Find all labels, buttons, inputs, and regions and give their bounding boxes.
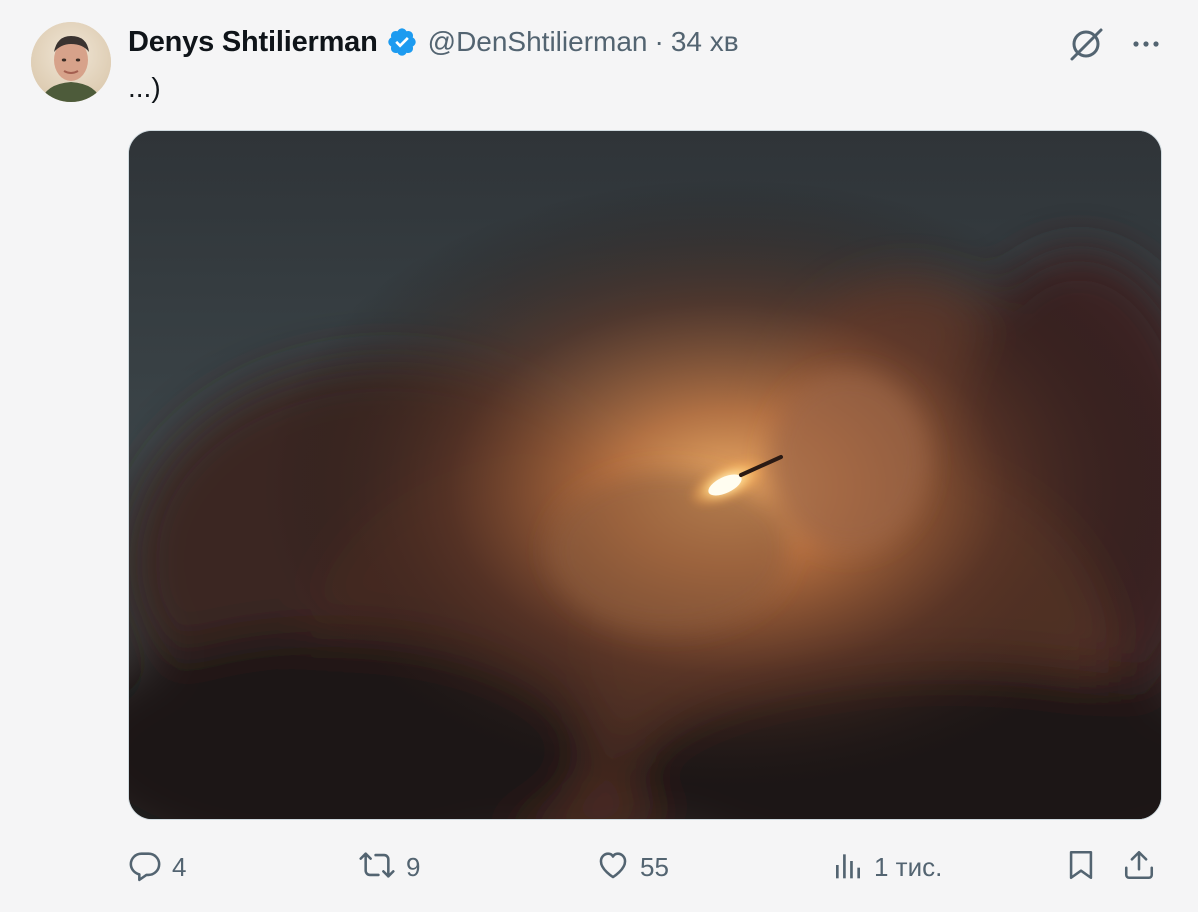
- share-icon: [1122, 848, 1156, 887]
- like-button[interactable]: 55: [596, 844, 669, 890]
- reply-icon: [128, 848, 162, 887]
- tweet-actions: 4 9 55 1 тис.: [128, 844, 1162, 890]
- heart-icon: [596, 848, 630, 887]
- author-display-name[interactable]: Denys Shtilierman: [128, 26, 378, 59]
- reply-button[interactable]: 4: [128, 844, 186, 890]
- author-handle[interactable]: @DenShtilierman: [428, 26, 648, 58]
- header-actions: [1066, 24, 1162, 64]
- reply-count: 4: [172, 851, 187, 882]
- retweet-count: 9: [406, 851, 421, 882]
- separator-dot: ·: [654, 26, 664, 57]
- tweet-text: ...): [128, 72, 161, 103]
- bookmark-icon: [1064, 848, 1098, 887]
- grok-slash-icon[interactable]: [1066, 24, 1106, 64]
- tweet-timestamp[interactable]: 34 хв: [671, 26, 739, 58]
- share-button[interactable]: [1122, 844, 1156, 890]
- like-count: 55: [640, 851, 669, 882]
- more-dots-icon[interactable]: [1130, 28, 1162, 60]
- retweet-button[interactable]: 9: [358, 844, 420, 890]
- views-bar-chart-icon: [832, 849, 864, 886]
- verified-badge-icon[interactable]: [386, 26, 418, 58]
- views-count: 1 тис.: [874, 851, 943, 882]
- avatar[interactable]: [31, 22, 111, 102]
- views-button[interactable]: 1 тис.: [832, 844, 942, 890]
- tweet-header: Denys Shtilierman @DenShtilierman · 34 х…: [128, 22, 739, 62]
- tweet-photo[interactable]: [128, 130, 1162, 820]
- tweet: Denys Shtilierman @DenShtilierman · 34 х…: [0, 0, 1198, 912]
- retweet-icon: [358, 848, 396, 887]
- bookmark-button[interactable]: [1064, 844, 1098, 890]
